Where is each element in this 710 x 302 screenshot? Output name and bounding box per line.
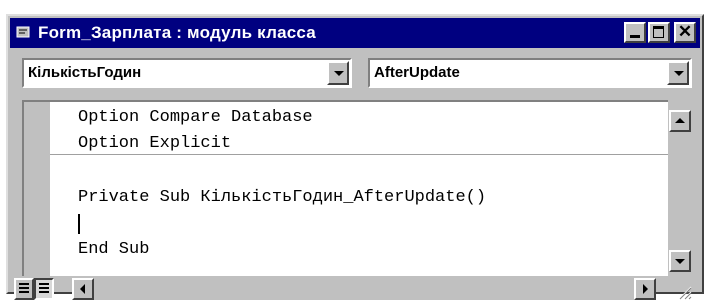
resize-grip-icon[interactable] bbox=[676, 284, 692, 300]
close-icon: ✕ bbox=[677, 22, 693, 41]
vertical-scroll-track[interactable] bbox=[669, 134, 691, 230]
full-module-view-icon bbox=[39, 283, 49, 295]
vba-module-icon bbox=[16, 26, 30, 38]
minimize-icon bbox=[630, 35, 640, 38]
arrow-up-icon bbox=[675, 118, 685, 123]
chevron-down-icon bbox=[674, 71, 684, 76]
text-cursor bbox=[78, 214, 80, 234]
full-module-view-button[interactable] bbox=[34, 278, 54, 300]
title-bar[interactable]: Form_Зарплата : модуль класса ✕ bbox=[10, 18, 700, 48]
margin-indicator-bar[interactable] bbox=[24, 102, 50, 276]
scroll-up-button[interactable] bbox=[669, 110, 691, 132]
maximize-icon bbox=[653, 26, 664, 38]
code-line: End Sub bbox=[78, 240, 150, 259]
bottom-bar bbox=[12, 278, 702, 302]
procedure-view-button[interactable] bbox=[14, 278, 34, 300]
object-dropdown[interactable]: КількістьГодин bbox=[22, 58, 352, 88]
horizontal-scrollbar[interactable] bbox=[72, 278, 656, 300]
maximize-button[interactable] bbox=[648, 22, 670, 43]
arrow-down-icon bbox=[675, 259, 685, 264]
code-editor[interactable]: Option Compare Database Option Explicit … bbox=[22, 100, 670, 276]
window-title: Form_Зарплата : модуль класса bbox=[38, 23, 316, 42]
code-line: Private Sub КількістьГодин_AfterUpdate() bbox=[78, 188, 487, 207]
procedure-dropdown-value: AfterUpdate bbox=[374, 64, 460, 81]
arrow-right-icon bbox=[643, 284, 648, 294]
minimize-button[interactable] bbox=[624, 22, 646, 43]
object-dropdown-value: КількістьГодин bbox=[28, 64, 142, 81]
code-line: Option Compare Database bbox=[78, 108, 313, 127]
procedure-dropdown[interactable]: AfterUpdate bbox=[368, 58, 692, 88]
arrow-left-icon bbox=[80, 284, 85, 294]
procedure-separator bbox=[50, 154, 670, 155]
procedure-dropdown-button[interactable] bbox=[667, 61, 689, 85]
scroll-down-button[interactable] bbox=[669, 250, 691, 272]
code-window: Form_Зарплата : модуль класса ✕ Кількіст… bbox=[6, 14, 704, 300]
vertical-scrollbar[interactable] bbox=[668, 100, 692, 276]
procedure-view-icon bbox=[19, 283, 29, 295]
close-button[interactable]: ✕ bbox=[674, 22, 696, 43]
scroll-right-button[interactable] bbox=[634, 278, 656, 300]
object-dropdown-button[interactable] bbox=[327, 61, 349, 85]
scroll-left-button[interactable] bbox=[72, 278, 94, 300]
chevron-down-icon bbox=[334, 71, 344, 76]
code-line: Option Explicit bbox=[78, 134, 232, 153]
